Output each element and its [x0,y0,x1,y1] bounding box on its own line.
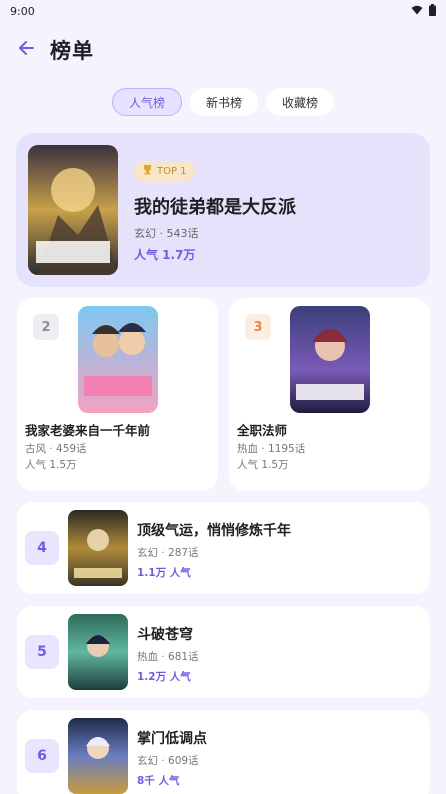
status-time: 9:00 [10,4,35,18]
arrow-left-icon [17,39,35,61]
tab-favorites[interactable]: 收藏榜 [266,88,335,116]
book-meta: 玄幻 · 287话 [137,547,199,559]
book-title: 掌门低调点 [137,731,207,747]
rank1-cover [28,145,118,275]
rank1-popularity: 人气 1.7万 [134,248,196,262]
rank3-meta: 热血 · 1195话 [237,443,306,455]
book-cover [68,718,128,794]
rank-number: 4 [25,531,59,565]
rank2-card[interactable]: 2 我家老婆来自一千年前 古风 · 459话 人气 1.5万 [17,298,218,491]
rank1-title: 我的徒弟都是大反派 [134,197,296,218]
book-popularity: 1.2万 人气 [137,671,191,683]
book-cover [68,614,128,690]
tab-new-books[interactable]: 新书榜 [189,88,258,116]
top1-badge: TOP 1 [134,161,195,181]
list-item[interactable]: 4 顶级气运，悄悄修炼千年 玄幻 · 287话 1.1万 人气 [17,502,430,594]
battery-icon [429,3,436,19]
list-item[interactable]: 6 掌门低调点 玄幻 · 609话 8千 人气 [17,710,430,794]
book-popularity: 1.1万 人气 [137,567,191,579]
status-bar: 9:00 [0,0,446,22]
top1-badge-label: TOP 1 [157,165,187,177]
rank3-cover [290,306,370,413]
rank2-title: 我家老婆来自一千年前 [25,423,151,438]
list-item[interactable]: 5 斗破苍穹 热血 · 681话 1.2万 人气 [17,606,430,698]
ranking-tabs: 人气榜 新书榜 收藏榜 [0,88,446,116]
book-title: 顶级气运，悄悄修炼千年 [137,523,291,539]
rank2-number: 2 [33,314,59,340]
rank-number: 5 [25,635,59,669]
status-icons [411,3,436,19]
tab-popularity[interactable]: 人气榜 [111,88,182,116]
top-bar: 榜单 [0,22,446,78]
rank-number: 6 [25,739,59,773]
rank2-cover [78,306,158,413]
rank2-meta: 古风 · 459话 [25,443,87,455]
book-popularity: 8千 人气 [137,775,180,787]
rank3-number: 3 [245,314,271,340]
rank3-popularity: 人气 1.5万 [237,459,289,471]
book-meta: 热血 · 681话 [137,651,199,663]
rank2-popularity: 人气 1.5万 [25,459,77,471]
book-meta: 玄幻 · 609话 [137,755,199,767]
rank1-meta: 玄幻 · 543话 [134,227,199,240]
trophy-icon [142,164,153,178]
back-button[interactable] [14,38,38,62]
wifi-icon [411,5,423,18]
book-title: 斗破苍穹 [137,627,193,643]
book-cover [68,510,128,586]
rank1-card[interactable]: TOP 1 我的徒弟都是大反派 玄幻 · 543话 人气 1.7万 [16,133,430,287]
page-title: 榜单 [50,39,94,63]
rank3-card[interactable]: 3 全职法师 热血 · 1195话 人气 1.5万 [229,298,430,491]
rank3-title: 全职法师 [237,423,288,438]
